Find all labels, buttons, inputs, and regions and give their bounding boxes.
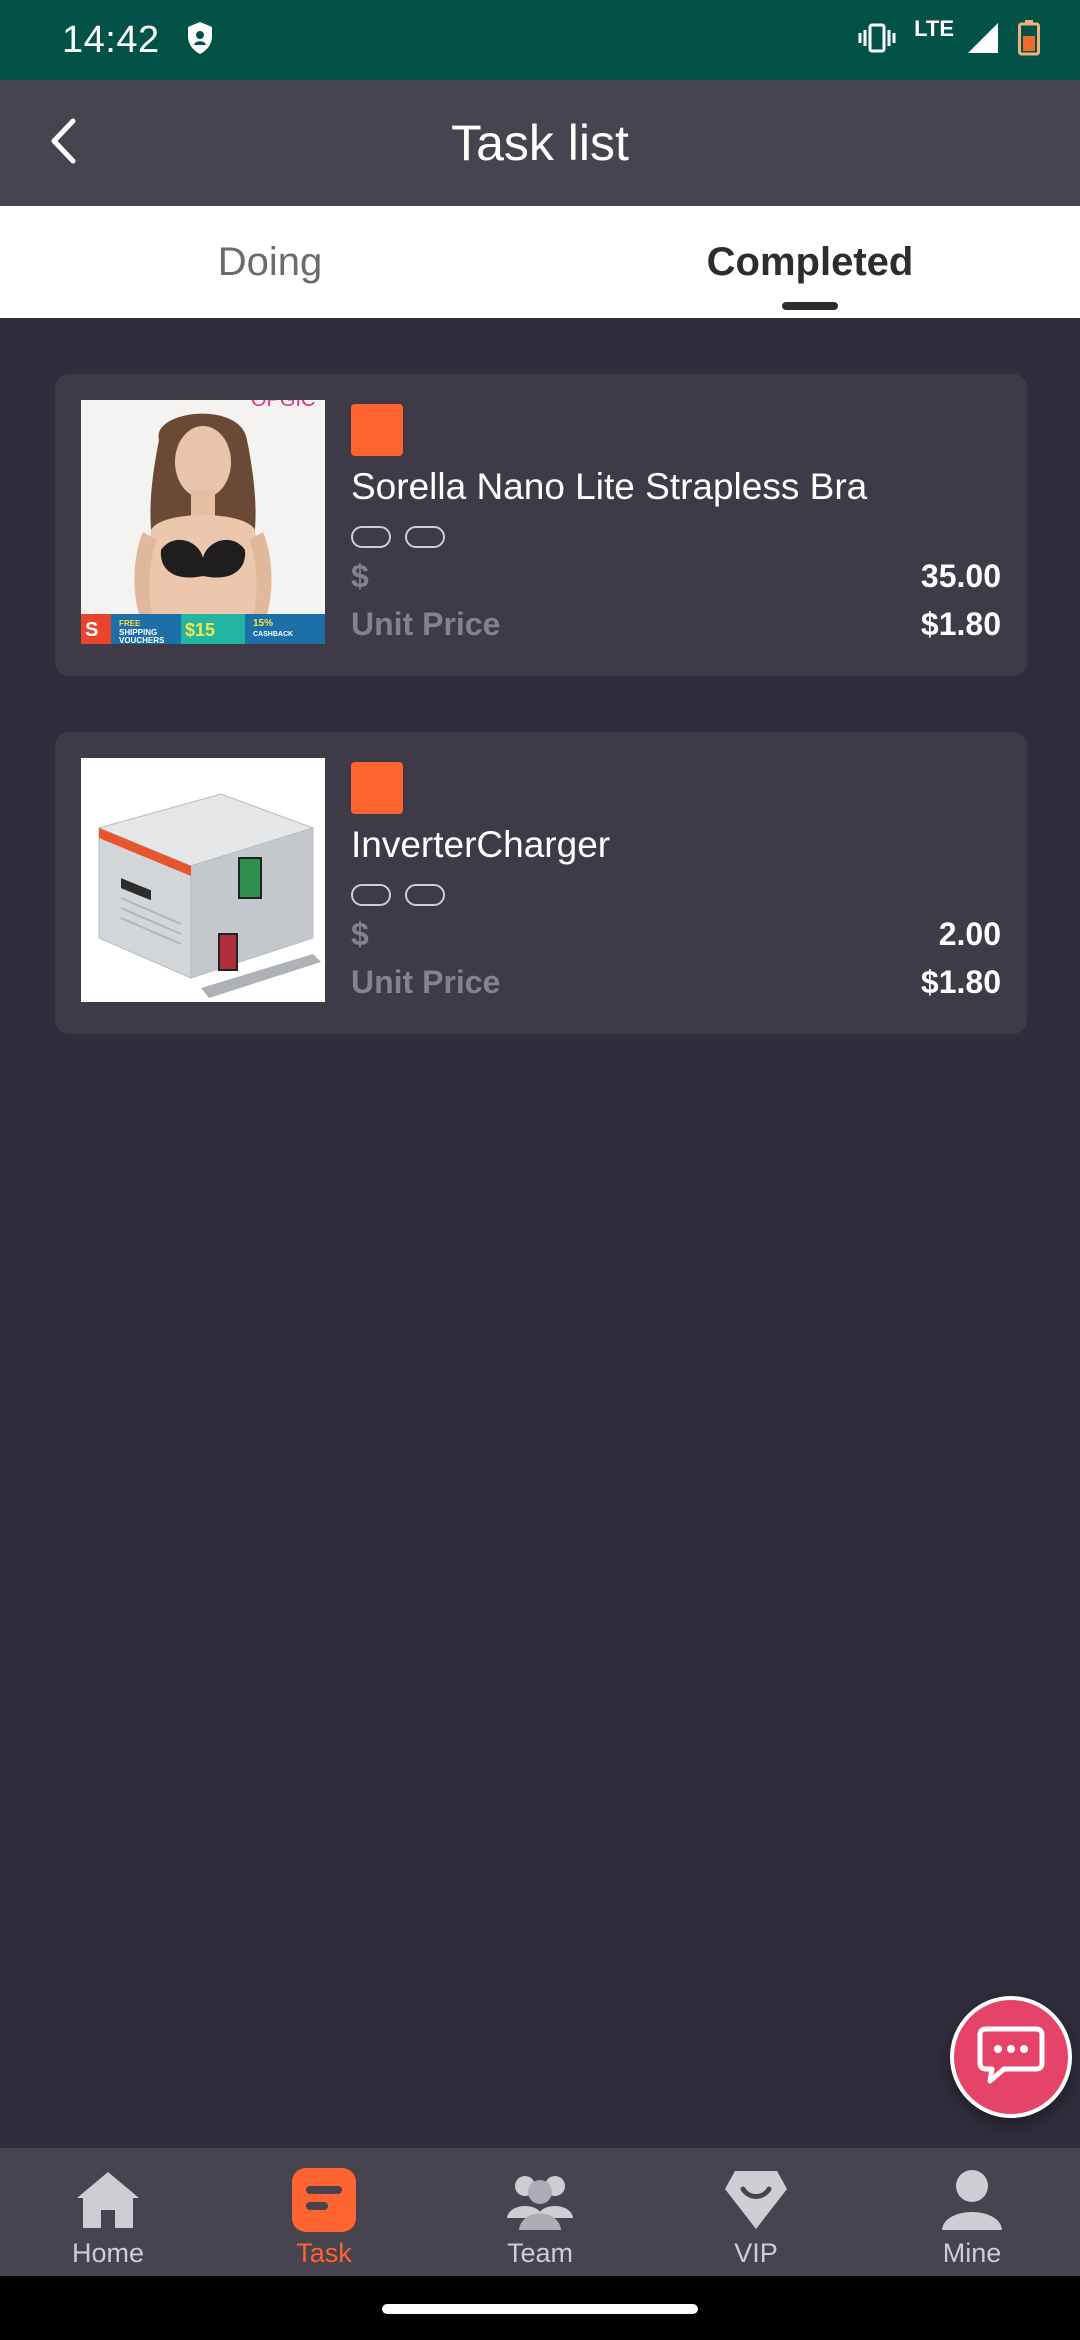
svg-text:VOUCHERS: VOUCHERS [119, 636, 165, 644]
product-name: InverterCharger [351, 824, 611, 865]
nav-label-home: Home [71, 2238, 145, 2268]
task-tag [351, 762, 403, 814]
status-time: 14:42 [62, 18, 160, 61]
tab-doing[interactable]: Doing [0, 206, 540, 318]
shield-icon [186, 21, 214, 60]
unit-price-label: Unit Price [351, 605, 501, 642]
task-card[interactable]: InverterCharger $ 2.00 Unit Price $1.80 [55, 732, 1027, 1034]
task-list: OPGIC S FREE SHIPPING VOUCHERS $15 15% C… [55, 374, 1027, 1090]
app-header: Task list [0, 80, 1080, 206]
unit-price-label: Unit Price [351, 963, 501, 1000]
chevron-left-icon [48, 118, 78, 169]
unit-price-value: $1.80 [920, 605, 1001, 642]
network-type: LTE [914, 16, 954, 41]
nav-label-task: Task [296, 2238, 352, 2268]
svg-text:FREE: FREE [119, 619, 141, 628]
svg-text:15%: 15% [253, 618, 273, 629]
pill-badge [351, 526, 391, 548]
task-card-body: Sorella Nano Lite Strapless Bra $ 35.00 … [351, 404, 1001, 644]
chat-bubble-icon [976, 2025, 1046, 2090]
tab-completed-label: Completed [706, 239, 914, 284]
home-icon [72, 2164, 144, 2236]
user-icon [936, 2164, 1008, 2236]
amount-value: 2.00 [938, 915, 1001, 952]
nav-item-task[interactable]: Task [216, 2148, 432, 2276]
amount-row: $ 35.00 [351, 556, 1001, 596]
signal-icon [966, 21, 1000, 60]
nav-item-home[interactable]: Home [0, 2148, 216, 2276]
tab-bar: Doing Completed [0, 206, 1080, 318]
product-image: OPGIC S FREE SHIPPING VOUCHERS $15 15% C… [81, 400, 325, 644]
gesture-bar [0, 2276, 1080, 2340]
task-icon [288, 2164, 360, 2236]
pill-badge [405, 884, 445, 906]
nav-label-team: Team [506, 2238, 574, 2268]
pill-badge [405, 526, 445, 548]
battery-icon [1018, 19, 1040, 61]
team-icon [504, 2164, 576, 2236]
product-name: Sorella Nano Lite Strapless Bra [351, 466, 868, 507]
svg-text:S: S [85, 619, 98, 641]
task-pills [351, 884, 1001, 906]
tab-doing-label: Doing [217, 239, 323, 284]
chat-support-button[interactable] [950, 1996, 1072, 2118]
amount-row: $ 2.00 [351, 914, 1001, 954]
bottom-nav: Home Task Team VIP Mine [0, 2148, 1080, 2276]
nav-item-mine[interactable]: Mine [864, 2148, 1080, 2276]
vip-icon [720, 2164, 792, 2236]
active-tab-indicator [782, 302, 838, 310]
amount-label: $ [351, 915, 369, 952]
status-bar: 14:42 LTE [0, 0, 1080, 80]
svg-text:$15: $15 [185, 620, 215, 640]
unit-price-row: Unit Price $1.80 [351, 962, 1001, 1002]
pill-badge [351, 884, 391, 906]
nav-label-vip: VIP [734, 2238, 778, 2268]
vibrate-icon [858, 23, 896, 58]
amount-label: $ [351, 557, 369, 594]
svg-text:OPGIC: OPGIC [251, 400, 315, 411]
tab-completed[interactable]: Completed [540, 206, 1080, 318]
page-title: Task list [451, 115, 629, 171]
task-tag [351, 404, 403, 456]
nav-item-vip[interactable]: VIP [648, 2148, 864, 2276]
product-image [81, 758, 325, 1002]
home-gesture-handle[interactable] [382, 2304, 698, 2314]
unit-price-value: $1.80 [920, 963, 1001, 1000]
task-card-body: InverterCharger $ 2.00 Unit Price $1.80 [351, 762, 1001, 1002]
task-pills [351, 526, 1001, 548]
back-button[interactable] [30, 110, 96, 176]
task-card[interactable]: OPGIC S FREE SHIPPING VOUCHERS $15 15% C… [55, 374, 1027, 676]
nav-label-mine: Mine [942, 2238, 1002, 2268]
unit-price-row: Unit Price $1.80 [351, 604, 1001, 644]
amount-value: 35.00 [920, 557, 1001, 594]
nav-item-team[interactable]: Team [432, 2148, 648, 2276]
svg-text:CASHBACK: CASHBACK [253, 631, 293, 638]
